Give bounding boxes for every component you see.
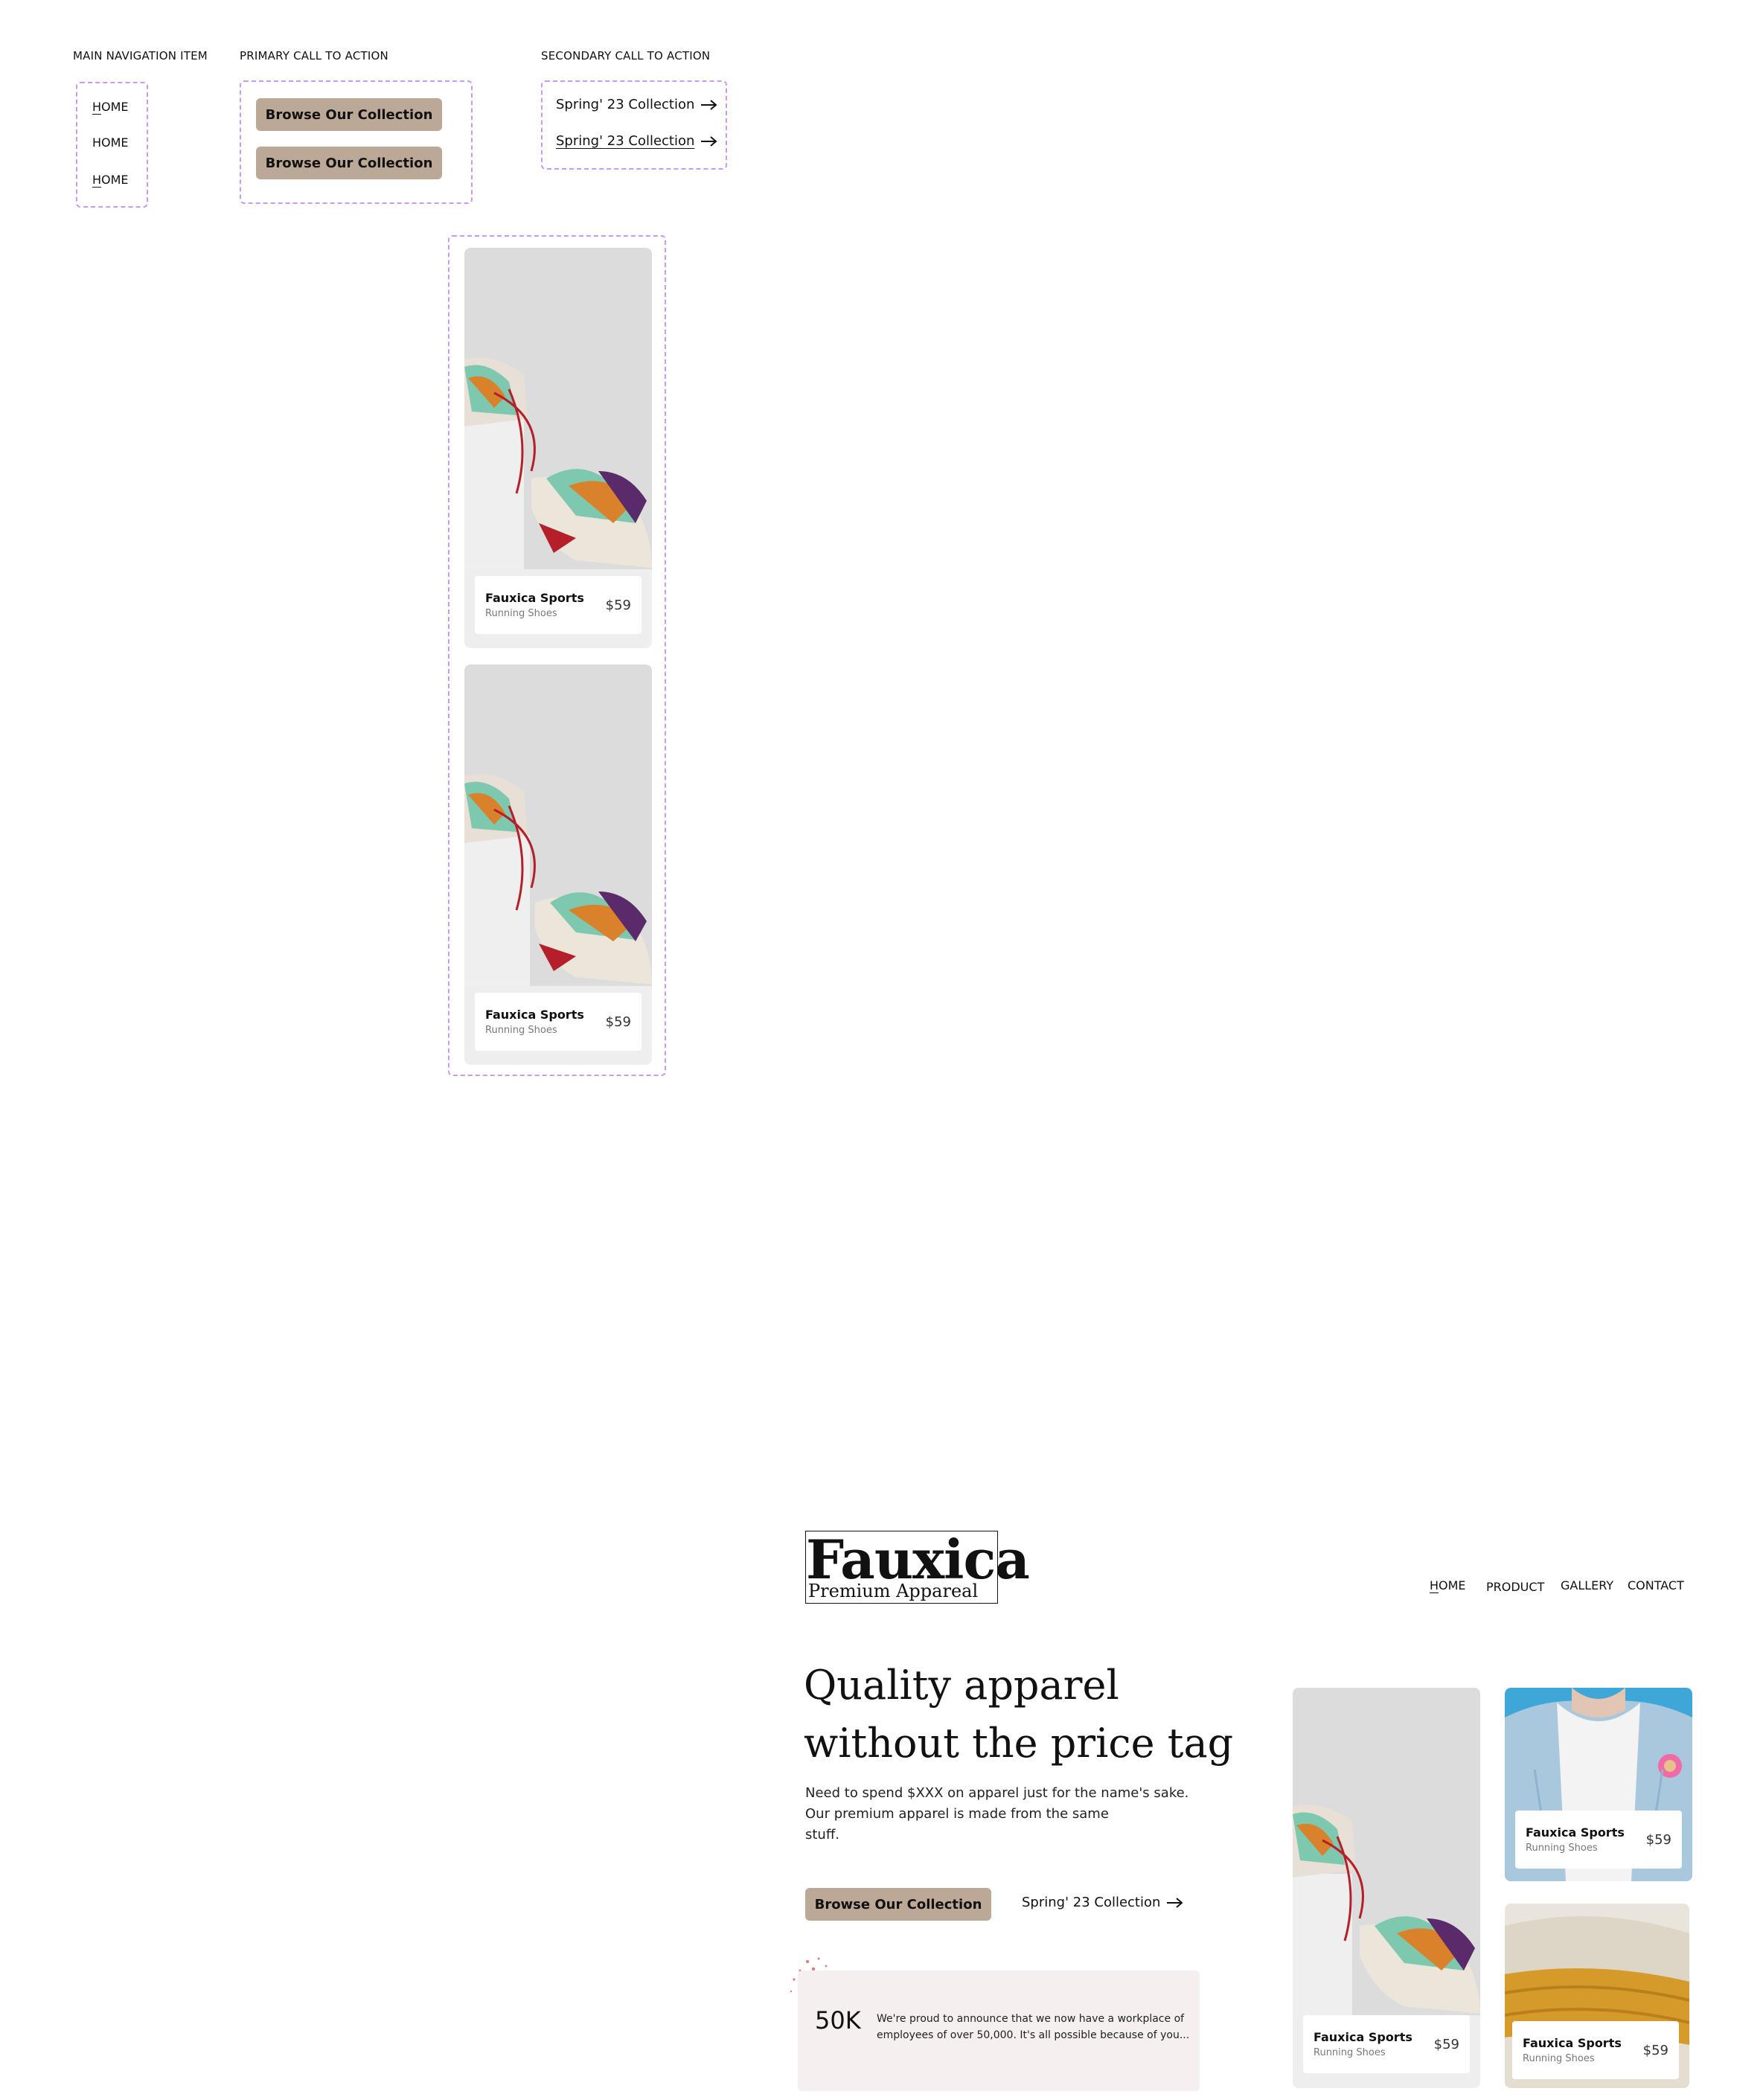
product-name: Fauxica Sports bbox=[485, 1008, 584, 1022]
browse-collection-button[interactable]: Browse Our Collection bbox=[805, 1888, 991, 1921]
spring-collection-link[interactable]: Spring' 23 Collection bbox=[1022, 1895, 1184, 1910]
nav-states-frame: HOME HOME HOME bbox=[76, 82, 148, 208]
spring-collection-link-default[interactable]: Spring' 23 Collection bbox=[556, 97, 718, 112]
product-price: $59 bbox=[605, 1014, 631, 1030]
product-card[interactable]: Fauxica Sports Running Shoes $59 bbox=[464, 248, 652, 648]
browse-collection-button-default[interactable]: Browse Our Collection bbox=[256, 98, 442, 131]
arrow-right-icon bbox=[701, 99, 717, 110]
caption-primary-cta: PRIMARY CALL TO ACTION bbox=[240, 49, 388, 63]
arrow-right-icon bbox=[1167, 1897, 1183, 1908]
browse-collection-button-hover[interactable]: Browse Our Collection bbox=[256, 147, 442, 179]
arrow-right-icon bbox=[701, 135, 717, 147]
nav-item-home-active[interactable]: HOME bbox=[92, 173, 129, 187]
product-card-sneakers[interactable]: Fauxica Sports Running Shoes $59 bbox=[1293, 1688, 1480, 2088]
nav-item-product[interactable]: PRODUCT bbox=[1486, 1580, 1544, 1594]
caption-main-navigation: MAIN NAVIGATION ITEM bbox=[73, 49, 208, 63]
stat-text: We're proud to announce that we now have… bbox=[877, 2013, 1190, 2041]
product-name: Fauxica Sports bbox=[1523, 2036, 1622, 2050]
product-category: Running Shoes bbox=[485, 608, 557, 619]
product-card-knitwear[interactable]: Fauxica Sports Running Shoes $59 bbox=[1505, 1904, 1689, 2088]
caption-secondary-cta: SECONDARY CALL TO ACTION bbox=[541, 49, 711, 63]
nav-item-home-default[interactable]: HOME bbox=[92, 135, 129, 150]
stat-value: 50K bbox=[815, 2006, 861, 2035]
product-price: $59 bbox=[1433, 2036, 1459, 2052]
logo-wordmark: Fauxica bbox=[806, 1528, 1030, 1591]
product-price: $59 bbox=[605, 597, 631, 613]
hero-title-line-1: Quality apparel bbox=[804, 1662, 1119, 1709]
product-card-states-frame: Fauxica Sports Running Shoes $59 Fauxica… bbox=[448, 235, 666, 1076]
nav-item-home-hover[interactable]: HOME bbox=[92, 100, 129, 114]
sneaker-image bbox=[464, 248, 652, 569]
product-info: Fauxica Sports Running Shoes $59 bbox=[475, 993, 641, 1051]
sneaker-image bbox=[464, 665, 652, 986]
nav-item-contact[interactable]: CONTACT bbox=[1628, 1578, 1684, 1592]
site-logo[interactable]: Fauxica Premium Appareal bbox=[805, 1531, 1030, 1604]
logo-tagline: Premium Appareal bbox=[808, 1581, 979, 1601]
product-info: Fauxica Sports Running Shoes $59 bbox=[1515, 1811, 1682, 1869]
sneaker-image bbox=[1293, 1688, 1480, 2015]
nav-item-home[interactable]: HOME bbox=[1430, 1578, 1466, 1592]
product-info: Fauxica Sports Running Shoes $59 bbox=[1303, 2015, 1470, 2073]
product-card-denim[interactable]: Fauxica Sports Running Shoes $59 bbox=[1505, 1688, 1692, 1881]
hero-description: Need to spend $XXX on apparel just for t… bbox=[805, 1785, 1189, 1843]
product-category: Running Shoes bbox=[1314, 2047, 1386, 2058]
primary-cta-frame: Browse Our Collection Browse Our Collect… bbox=[240, 80, 473, 204]
product-category: Running Shoes bbox=[485, 1025, 557, 1036]
product-card-hover[interactable]: Fauxica Sports Running Shoes $59 bbox=[464, 665, 652, 1065]
spring-collection-link-hover[interactable]: Spring' 23 Collection bbox=[556, 133, 718, 149]
secondary-cta-frame: Spring' 23 Collection Spring' 23 Collect… bbox=[541, 80, 727, 170]
product-info: Fauxica Sports Running Shoes $59 bbox=[1512, 2021, 1679, 2079]
stat-card: 50K We're proud to announce that we now … bbox=[798, 1971, 1200, 2091]
product-category: Running Shoes bbox=[1523, 2053, 1595, 2064]
product-name: Fauxica Sports bbox=[485, 591, 584, 605]
hero-title-line-2: without the price tag bbox=[804, 1720, 1234, 1767]
product-price: $59 bbox=[1642, 2042, 1668, 2058]
product-price: $59 bbox=[1645, 1831, 1671, 1848]
product-name: Fauxica Sports bbox=[1314, 2030, 1412, 2044]
product-name: Fauxica Sports bbox=[1526, 1825, 1625, 1840]
product-category: Running Shoes bbox=[1526, 1843, 1598, 1854]
product-info: Fauxica Sports Running Shoes $59 bbox=[475, 576, 641, 634]
nav-item-gallery[interactable]: GALLERY bbox=[1561, 1578, 1613, 1592]
